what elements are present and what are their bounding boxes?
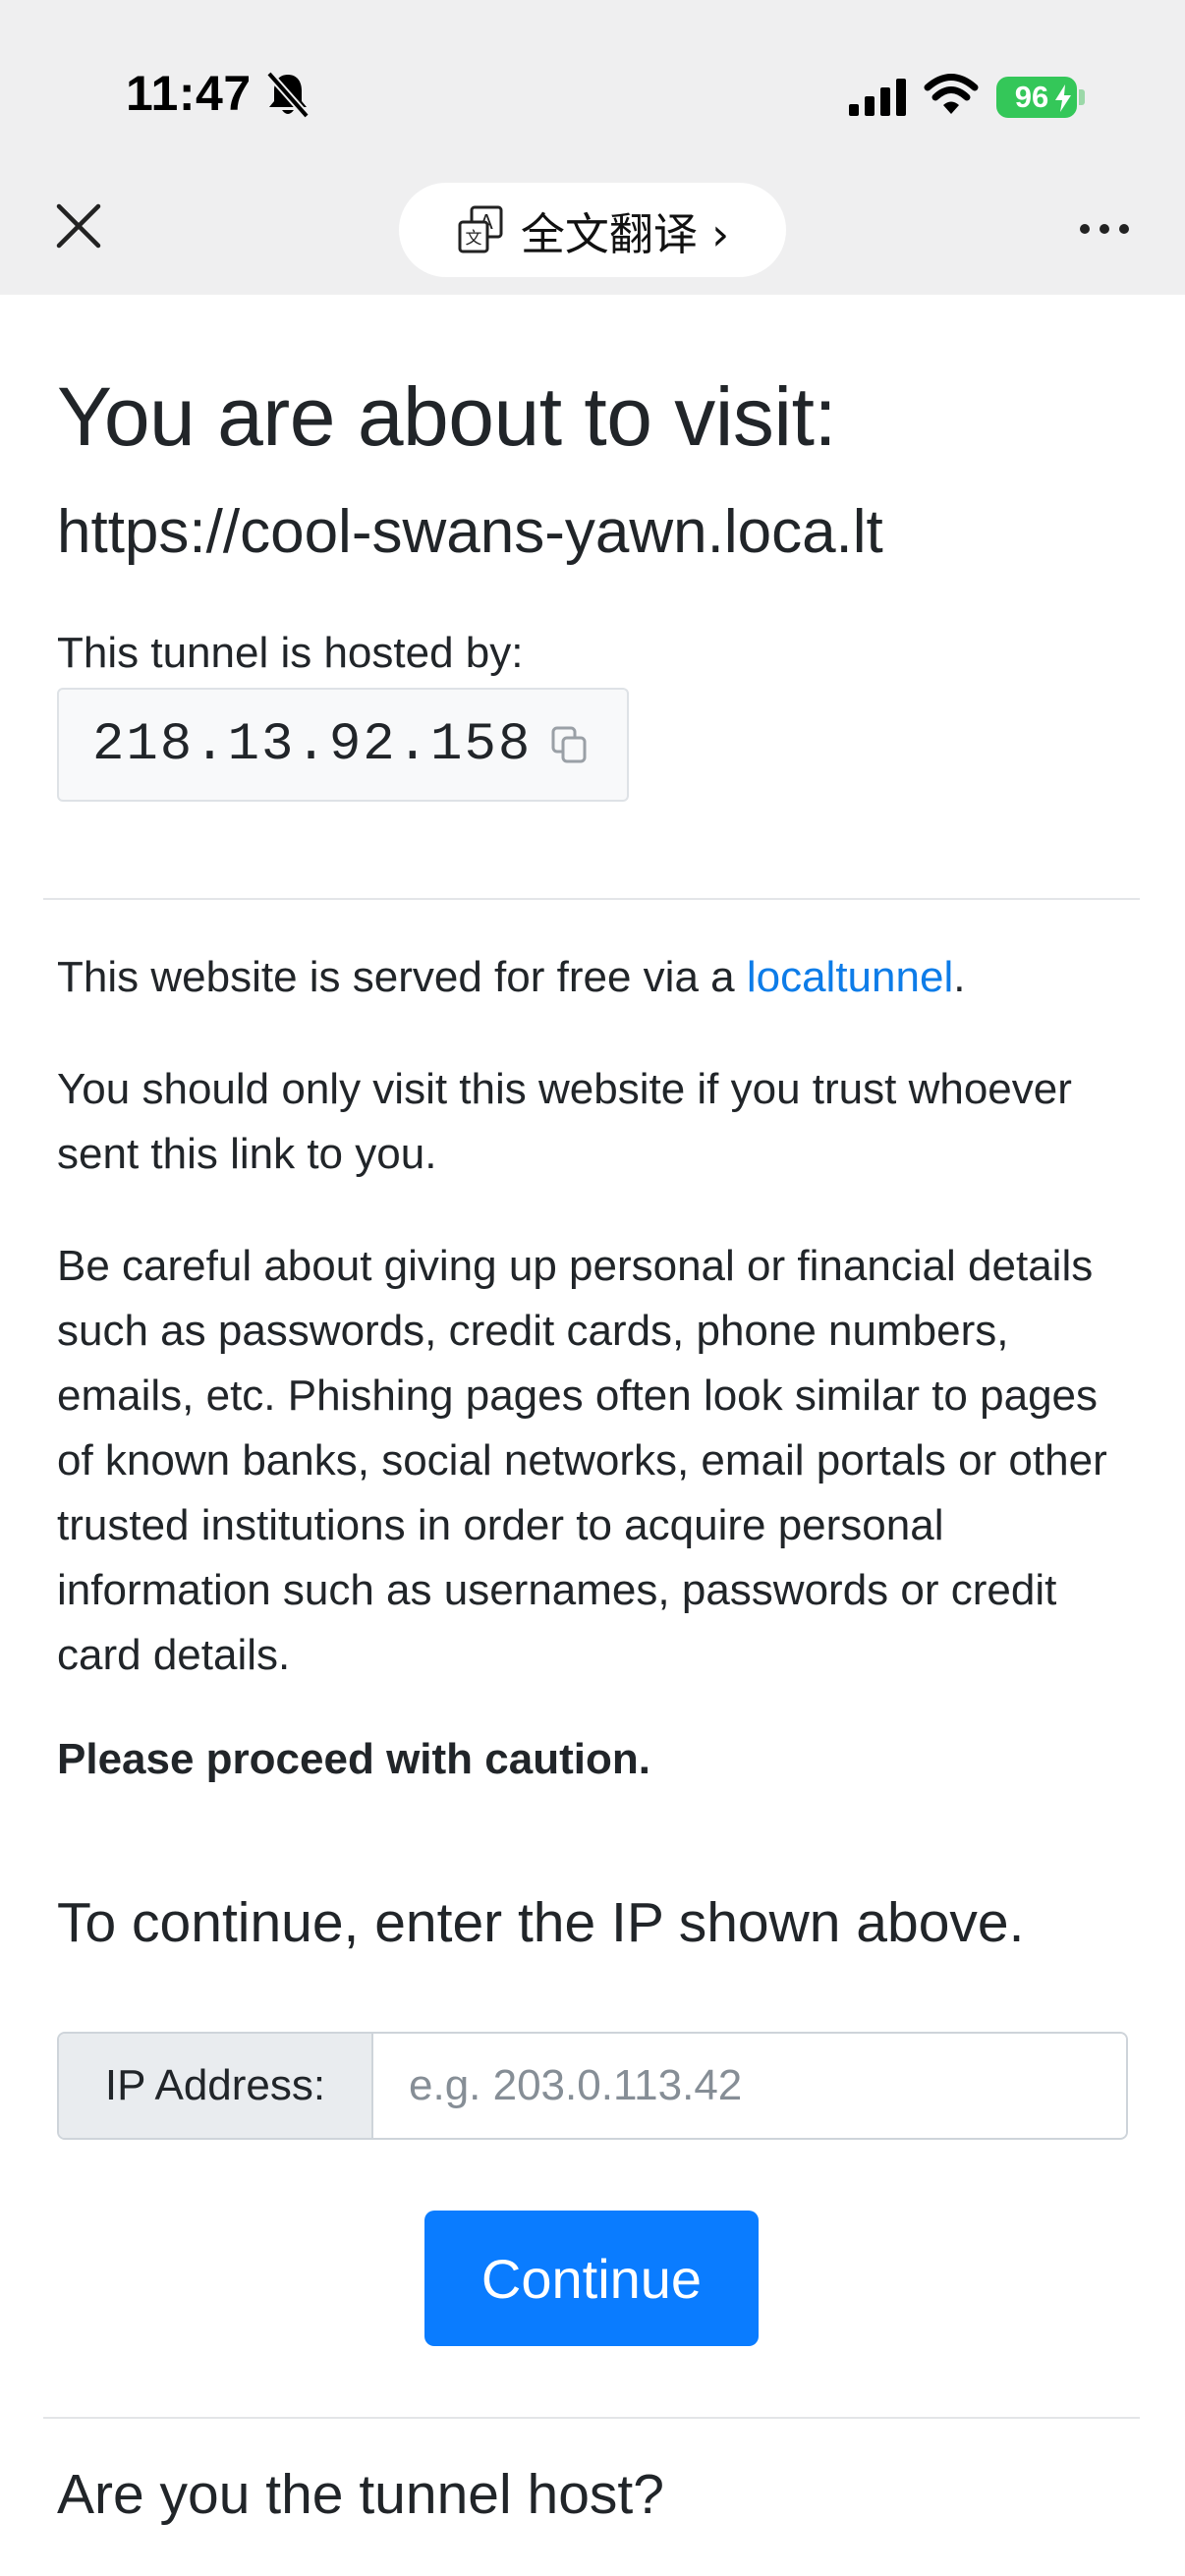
destination-url: https://cool-swans-yawn.loca.lt: [57, 498, 883, 566]
page-title: You are about to visit:: [57, 370, 837, 463]
hosted-by-label: This tunnel is hosted by:: [57, 629, 524, 677]
continue-button[interactable]: Continue: [424, 2211, 759, 2346]
caution-text: Please proceed with caution.: [57, 1735, 650, 1783]
svg-text:文: 文: [465, 229, 481, 249]
trust-warning-text: You should only visit this website if yo…: [57, 1065, 1072, 1178]
translate-icon: A 文: [458, 205, 503, 253]
served-via-text: This website is served for free via a lo…: [57, 953, 966, 1001]
charging-bolt-icon: [1055, 84, 1071, 112]
host-ip-box: 218.13.92.158: [57, 688, 629, 802]
close-icon[interactable]: [51, 198, 106, 253]
translate-label: 全文翻译 ›: [520, 207, 730, 260]
section-divider: [43, 898, 1140, 900]
localtunnel-link[interactable]: localtunnel: [747, 953, 953, 1001]
copy-icon[interactable]: [549, 724, 591, 765]
host-ip-value: 218.13.92.158: [92, 714, 533, 775]
ip-address-input[interactable]: [373, 2034, 1126, 2138]
status-time: 11:47: [126, 66, 252, 121]
tunnel-host-heading: Are you the tunnel host?: [57, 2463, 664, 2526]
phishing-warning-text: Be careful about giving up personal or f…: [57, 1242, 1107, 1679]
section-divider: [43, 2417, 1140, 2419]
bell-slash-icon: [266, 71, 310, 119]
more-options-icon[interactable]: [1075, 206, 1134, 252]
wifi-icon: [924, 74, 979, 114]
full-text-translate-button[interactable]: A 文 全文翻译 ›: [399, 183, 786, 277]
battery-tip: [1079, 89, 1085, 105]
cellular-signal-icon: [849, 79, 906, 116]
ip-input-group: IP Address:: [57, 2032, 1128, 2140]
ip-address-label: IP Address:: [59, 2034, 373, 2138]
continue-instructions: To continue, enter the IP shown above.: [57, 1891, 1025, 1954]
